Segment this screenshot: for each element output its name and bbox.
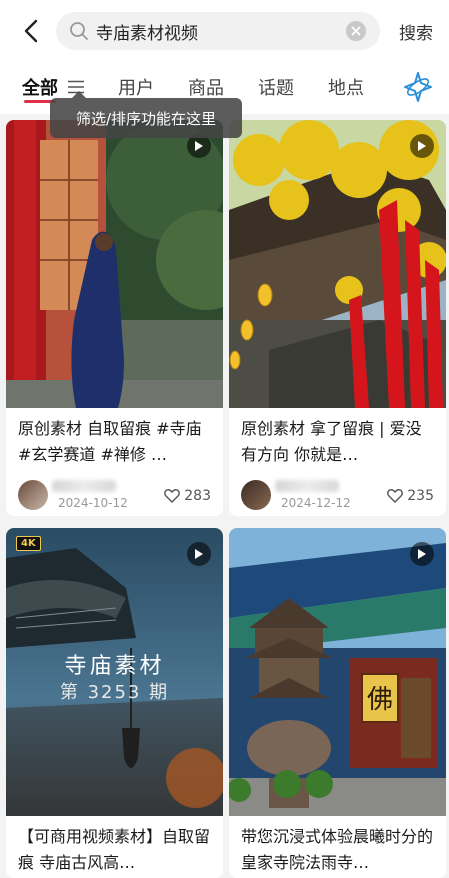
ai-spark-icon[interactable] [401, 70, 435, 104]
temple-sign: 佛 [367, 685, 393, 714]
video-title: 原创素材 自取留痕 #寺庙 #玄学赛道 #禅修 … [18, 419, 202, 464]
overlay-title: 寺庙素材 [64, 654, 165, 679]
video-thumbnail: 佛 [229, 528, 446, 816]
tab-all[interactable]: 全部 [22, 74, 58, 100]
heart-icon [164, 489, 181, 503]
filter-tooltip: 筛选/排序功能在这里 [50, 91, 242, 138]
search-bar[interactable] [56, 12, 380, 50]
like-count[interactable]: 235 [387, 488, 434, 504]
like-number: 235 [407, 488, 434, 504]
tab-topics[interactable]: 话题 [258, 74, 294, 100]
tab-products[interactable]: 商品 [188, 74, 224, 100]
search-icon [68, 20, 90, 42]
chevron-left-icon [24, 19, 38, 43]
video-title: 【可商用视频素材】自取留痕 寺庙古风高… [18, 827, 211, 872]
overlay-issue: 第 3253 期 [59, 682, 170, 703]
post-date: 2024-12-12 [281, 496, 351, 510]
video-card[interactable]: 原创素材 自取留痕 #寺庙 #玄学赛道 #禅修 … 2024-10-12 283 [6, 120, 223, 516]
like-count[interactable]: 283 [164, 488, 211, 504]
heart-icon [387, 489, 404, 503]
avatar[interactable] [241, 480, 271, 510]
play-icon [410, 134, 434, 158]
like-number: 283 [184, 488, 211, 504]
video-title: 带您沉浸式体验晨曦时分的皇家寺院法雨寺… [241, 827, 434, 872]
tab-locations[interactable]: 地点 [328, 74, 364, 100]
search-header: 搜索 [0, 0, 449, 62]
video-title: 原创素材 拿了留痕 | 爱没有方向 你就是… [241, 419, 422, 464]
video-card[interactable]: 原创素材 拿了留痕 | 爱没有方向 你就是… 2024-12-12 235 [229, 120, 446, 516]
author-name [52, 480, 116, 492]
author-name [275, 480, 339, 492]
clear-search-button[interactable] [346, 21, 366, 41]
play-icon [187, 542, 211, 566]
post-date: 2024-10-12 [58, 496, 128, 510]
video-thumbnail: 4K 寺庙素材 第 3253 期 [6, 528, 223, 816]
back-button[interactable] [14, 14, 48, 48]
play-icon [410, 542, 434, 566]
avatar[interactable] [18, 480, 48, 510]
video-thumbnail [229, 120, 446, 408]
search-button[interactable]: 搜索 [399, 19, 433, 44]
video-thumbnail [6, 120, 223, 408]
tab-users[interactable]: 用户 [118, 74, 154, 100]
video-card[interactable]: 佛 带您沉浸式体验晨曦时分的皇家寺院法雨寺… [229, 528, 446, 878]
video-card[interactable]: 4K 寺庙素材 第 3253 期 【可商用视频素材】自取留痕 寺庙古风高… [6, 528, 223, 878]
search-input[interactable] [96, 21, 336, 41]
4k-badge: 4K [16, 536, 41, 551]
close-icon [351, 26, 361, 36]
